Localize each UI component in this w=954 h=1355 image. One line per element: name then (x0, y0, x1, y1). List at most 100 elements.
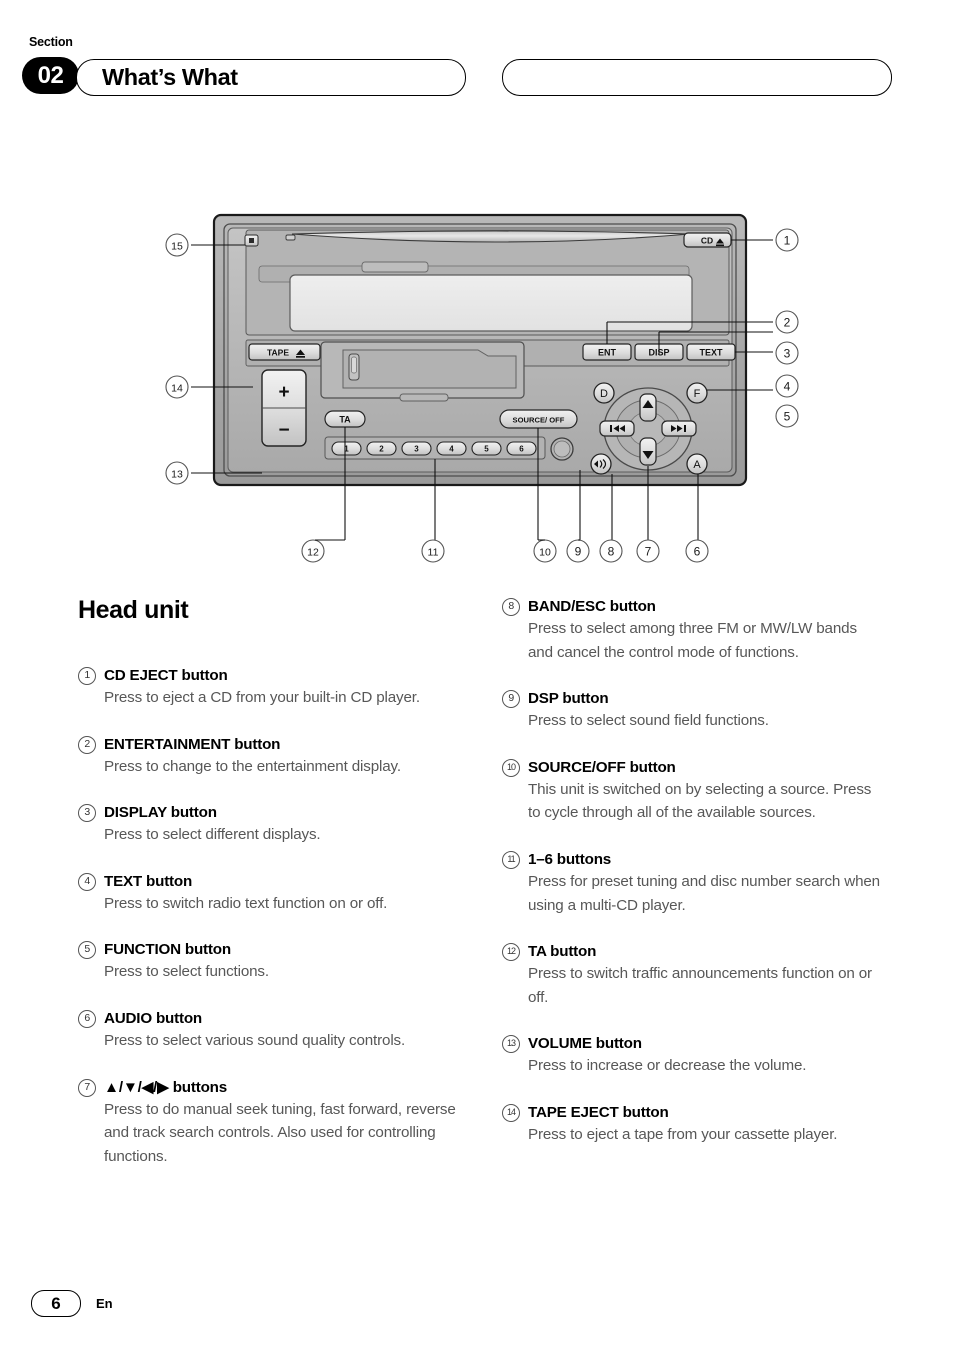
svg-text:5: 5 (784, 410, 791, 424)
rewind-button[interactable] (599, 420, 635, 437)
button-description-entry: 12 TA button Press to switch traffic annou… (502, 941, 882, 1009)
cd-eject-button[interactable]: CD (683, 232, 732, 248)
callout-11: 11 (421, 539, 445, 563)
svg-text:5: 5 (484, 445, 489, 454)
rotary-knob[interactable] (550, 437, 574, 461)
entry-description: Press to change to the entertainment dis… (104, 757, 401, 775)
button-description-entry: 6 AUDIO button Press to select various sou… (78, 1008, 458, 1053)
callout-6: 6 (685, 539, 709, 563)
entry-description: Press to select sound field functions. (528, 712, 769, 730)
svg-text:9: 9 (575, 545, 582, 559)
preset-button[interactable]: 1 (331, 441, 362, 456)
preset-button[interactable]: 5 (471, 441, 502, 456)
svg-text:TA: TA (339, 415, 351, 425)
preset-button[interactable]: 6 (506, 441, 537, 456)
entry-description: Press to select different displays. (104, 826, 321, 844)
entry-number: 10 (502, 758, 520, 777)
preset-button[interactable]: 3 (401, 441, 432, 456)
up-button[interactable] (639, 393, 657, 422)
svg-text:+: + (278, 382, 289, 403)
entry-title: ENTERTAINMENT button (104, 735, 281, 753)
volume-button[interactable]: + − (261, 369, 307, 447)
entry-description: Press to increase or decrease the volume… (528, 1057, 807, 1075)
svg-text:13: 13 (171, 469, 183, 481)
button-description-entry: 2 ENTERTAINMENT button Press to change to … (78, 734, 458, 779)
entry-number: 11 (502, 850, 520, 869)
svg-text:ENT: ENT (598, 348, 617, 358)
svg-text:4: 4 (784, 380, 791, 394)
callout-9: 9 (566, 539, 590, 563)
entry-title: VOLUME button (528, 1035, 642, 1053)
callout-4: 4 (775, 374, 799, 398)
function-button[interactable]: F (686, 382, 708, 404)
svg-text:11: 11 (428, 547, 439, 559)
entry-number: 5 (78, 941, 96, 960)
audio-button[interactable]: A (686, 453, 708, 475)
callout-7: 7 (636, 539, 660, 563)
entry-title: CD EJECT button (104, 667, 228, 684)
entry-title: TAPE EJECT button (528, 1103, 669, 1121)
section-label: Section (29, 35, 73, 49)
entry-description: Press for preset tuning and disc number … (528, 872, 880, 914)
svg-text:TEXT: TEXT (699, 348, 723, 358)
header-right-box (502, 59, 892, 96)
svg-text:4: 4 (449, 445, 454, 454)
detach-button[interactable] (244, 234, 259, 247)
button-description-entry: 1 CD EJECT button Press to eject a CD from… (78, 665, 458, 710)
entry-description: Press to switch traffic announcements fu… (528, 965, 872, 1006)
entry-number: 7 (78, 1078, 96, 1097)
entry-number: 2 (78, 735, 96, 754)
svg-text:12: 12 (307, 547, 319, 559)
callout-13: 13 (165, 461, 189, 485)
svg-text:3: 3 (414, 445, 419, 454)
button-description-entry: 5 FUNCTION button Press to select function… (78, 939, 458, 984)
svg-text:14: 14 (171, 383, 183, 395)
callout-8: 8 (599, 539, 623, 563)
language-code: En (96, 1296, 113, 1311)
callout-2: 2 (775, 310, 799, 334)
entry-title: SOURCE/OFF button (528, 758, 676, 776)
svg-text:2: 2 (379, 445, 384, 454)
page-header: Section 02 What’s What (0, 0, 954, 120)
button-description-entry: 13 VOLUME button Press to increase or decr… (502, 1033, 882, 1078)
page-title: What’s What (102, 64, 238, 90)
button-description-entry: 11 1–6 buttons Press for preset tuning and… (502, 849, 882, 917)
entry-description: Press to select among three FM or MW/LW … (528, 620, 857, 661)
callout-3: 3 (775, 341, 799, 365)
svg-text:15: 15 (171, 241, 183, 253)
display-screen (258, 261, 693, 332)
entry-title: ▲/▼/◀/▶ buttons (104, 1078, 227, 1096)
entry-title: BAND/ESC button (528, 598, 656, 615)
callout-15: 15 (165, 233, 189, 257)
entry-number: 6 (78, 1009, 96, 1028)
preset-button[interactable]: 2 (366, 441, 397, 456)
entry-title: TEXT button (104, 872, 193, 890)
callout-1: 1 (775, 228, 799, 252)
svg-text:3: 3 (784, 347, 791, 361)
entry-number: 9 (502, 690, 520, 709)
ent-button[interactable]: ENT (582, 343, 632, 361)
tape-eject-button[interactable]: TAPE (248, 343, 321, 361)
button-description-entry: 4 TEXT button Press to switch radio text f… (78, 871, 458, 916)
callout-5: 5 (775, 404, 799, 428)
fast-forward-button[interactable] (661, 420, 697, 437)
entry-description: Press to eject a CD from your built-in C… (104, 689, 420, 706)
source-off-button[interactable]: SOURCE/ OFF (499, 409, 578, 429)
svg-text:7: 7 (645, 545, 652, 559)
svg-text:TAPE: TAPE (267, 348, 289, 358)
down-button[interactable] (639, 437, 657, 466)
ta-button[interactable]: TA (324, 410, 366, 428)
svg-text:6: 6 (694, 545, 701, 559)
entry-number: 1 (78, 667, 96, 685)
svg-text:CD: CD (701, 236, 713, 246)
svg-text:2: 2 (784, 316, 791, 330)
callout-10: 10 (533, 539, 557, 563)
button-description-entry: 9 DSP button Press to select sound field f… (502, 688, 882, 733)
band-esc-button[interactable] (590, 453, 612, 475)
preset-button[interactable]: 4 (436, 441, 467, 456)
button-description-entry: 3 DISPLAY button Press to select different… (78, 802, 458, 847)
dsp-button[interactable]: D (593, 382, 615, 404)
text-button[interactable]: TEXT (686, 343, 736, 361)
preset-button-row: 1 2 3 4 5 6 (324, 436, 546, 460)
left-text-column: 1 CD EJECT button Press to eject a CD from… (78, 665, 458, 1192)
